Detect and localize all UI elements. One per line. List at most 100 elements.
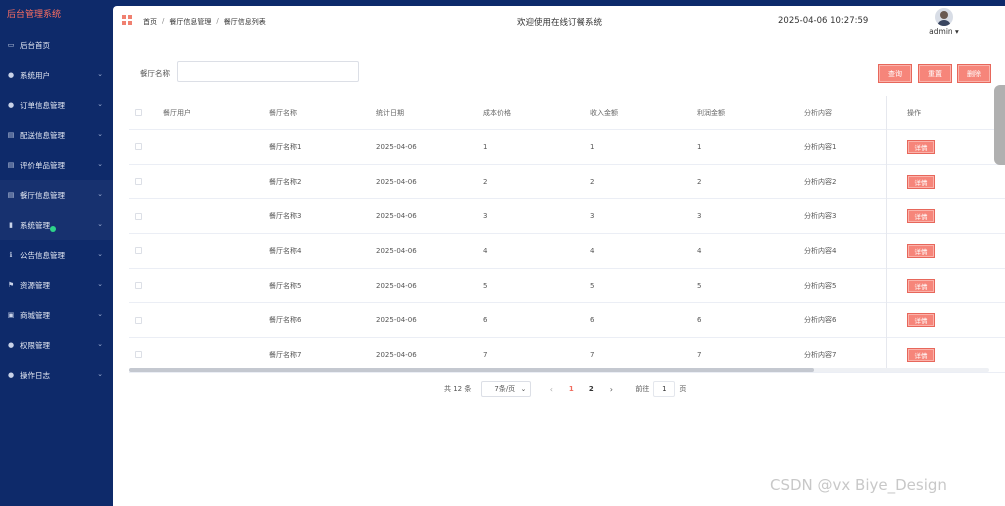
side-drawer-handle[interactable] (994, 85, 1005, 165)
row-checkbox[interactable] (135, 247, 142, 255)
table-horizontal-scrollbar[interactable] (129, 368, 989, 372)
goto-suffix: 页 (679, 385, 687, 393)
page-jump: 前往 1 页 (635, 381, 686, 397)
chevron-down-icon: ⌄ (97, 370, 103, 378)
sidebar-item[interactable]: ● 操作日志 ⌄ (0, 360, 113, 390)
sidebar-item[interactable]: ▤ 配送信息管理 ⌄ (0, 120, 113, 150)
row-checkbox[interactable] (135, 212, 142, 220)
delete-button[interactable]: 删除 (957, 64, 991, 83)
query-button[interactable]: 查询 (878, 64, 912, 83)
doc-icon: ▤ (7, 191, 15, 199)
page-size-value: 7条/页 (494, 385, 516, 393)
header-user: 餐厅用户 (163, 108, 191, 117)
cell-income: 3 (590, 212, 595, 221)
page-2[interactable]: 2 (581, 385, 601, 393)
sidebar-item[interactable]: ● 订单信息管理 ⌄ (0, 90, 113, 120)
cell-date: 2025-04-06 (376, 281, 417, 290)
detail-button[interactable]: 详情 (907, 209, 935, 224)
prev-page-icon[interactable]: ‹ (541, 385, 561, 394)
cell-income: 7 (590, 350, 595, 359)
chevron-down-icon: ⌄ (97, 340, 103, 348)
detail-button[interactable]: 详情 (907, 243, 935, 258)
user-icon: ● (7, 71, 15, 79)
page-1[interactable]: 1 (561, 385, 581, 393)
cell-profit: 7 (697, 350, 702, 359)
cell-income: 2 (590, 177, 595, 186)
menu-toggle-icon[interactable] (122, 15, 132, 25)
goto-page-input[interactable]: 1 (653, 381, 676, 397)
user-name[interactable]: admin ▾ (929, 27, 959, 36)
chevron-down-icon: ⌄ (97, 160, 103, 168)
sidebar-item[interactable]: ▤ 评价单品管理 ⌄ (0, 150, 113, 180)
chevron-down-icon: ⌄ (520, 385, 527, 393)
sidebar-item[interactable]: ▮ 系统管理 ⌄ (0, 210, 113, 240)
row-checkbox[interactable] (135, 316, 142, 324)
goto-prefix: 前往 (635, 385, 650, 393)
breadcrumb-current: 餐厅信息列表 (223, 18, 266, 26)
table-row: 餐厅名称5 2025-04-06 5 5 5 分析内容5 详情 (129, 269, 1005, 304)
header-profit: 利润金额 (697, 108, 725, 117)
row-checkbox[interactable] (135, 178, 142, 186)
sidebar-item[interactable]: ▣ 商城管理 ⌄ (0, 300, 113, 330)
cell-date: 2025-04-06 (376, 246, 417, 255)
cell-date: 2025-04-06 (376, 316, 417, 325)
breadcrumb: 首页 / 餐厅信息管理 / 餐厅信息列表 (143, 17, 266, 27)
chevron-down-icon: ⌄ (97, 70, 103, 78)
cell-profit: 4 (697, 246, 702, 255)
next-page-icon[interactable]: › (601, 385, 621, 394)
header-income: 收入金额 (590, 108, 618, 117)
reset-button[interactable]: 重置 (918, 64, 952, 83)
cell-cost: 3 (483, 212, 488, 221)
avatar[interactable] (935, 8, 953, 26)
sidebar-item-label: 系统管理 (20, 220, 50, 230)
cell-income: 1 (590, 142, 595, 151)
row-checkbox[interactable] (135, 143, 142, 151)
detail-button[interactable]: 详情 (907, 347, 935, 362)
sidebar-item[interactable]: ▤ 餐厅信息管理 ⌄ (0, 180, 113, 210)
table-row: 餐厅名称6 2025-04-06 6 6 6 分析内容6 详情 (129, 303, 1005, 339)
sidebar-item[interactable]: ● 系统用户 ⌄ (0, 60, 113, 90)
cell-date: 2025-04-06 (376, 350, 417, 359)
row-checkbox[interactable] (135, 351, 142, 359)
sidebar-item-label: 配送信息管理 (20, 130, 65, 140)
header-actions: 操作 (907, 108, 921, 117)
cell-cost: 2 (483, 177, 488, 186)
detail-button[interactable]: 详情 (907, 139, 935, 154)
app-brand: 后台管理系统 (7, 10, 62, 20)
sidebar-item[interactable]: ⚑ 资源管理 ⌄ (0, 270, 113, 300)
restaurant-name-input[interactable] (177, 61, 359, 82)
doc-icon: ▤ (7, 161, 15, 169)
cell-name: 餐厅名称3 (269, 212, 302, 221)
sidebar-item[interactable]: ● 权限管理 ⌄ (0, 330, 113, 360)
chart-icon: ▮ (9, 221, 13, 229)
detail-button[interactable]: 详情 (907, 278, 935, 293)
pagination: 共 12 条 7条/页 ⌄ ‹ 1 2 › 前往 1 页 (444, 381, 686, 397)
sidebar-item[interactable]: ▭ 后台首页 (0, 30, 113, 60)
row-checkbox[interactable] (135, 282, 142, 290)
detail-button[interactable]: 详情 (907, 313, 935, 328)
sidebar-menu: ▭ 后台首页 ● 系统用户 ⌄ ● 订单信息管理 ⌄ ▤ 配送信息管理 ⌄ ▤ 评价单品管理 ⌄ ▤ 餐厅信息… (0, 30, 113, 390)
search-label: 餐厅名称 (140, 69, 170, 78)
sidebar-item-label: 系统用户 (20, 70, 50, 80)
detail-button[interactable]: 详情 (907, 174, 935, 189)
page-size-select[interactable]: 7条/页 ⌄ (481, 381, 532, 397)
select-all-checkbox[interactable] (135, 109, 142, 116)
table-row: 餐厅名称1 2025-04-06 1 1 1 分析内容1 详情 (129, 130, 1005, 165)
cell-income: 5 (590, 281, 595, 290)
user-menu[interactable]: admin ▾ (929, 8, 959, 36)
breadcrumb-home[interactable]: 首页 (143, 17, 157, 27)
sidebar-item[interactable]: ℹ 公告信息管理 ⌄ (0, 240, 113, 270)
cell-analysis: 分析内容5 (804, 281, 837, 290)
fixed-column-divider (886, 96, 887, 371)
chevron-down-icon: ⌄ (97, 250, 103, 258)
header-cost: 成本价格 (483, 108, 511, 117)
cell-name: 餐厅名称4 (269, 246, 302, 255)
sidebar-item-label: 权限管理 (20, 340, 50, 350)
cell-name: 餐厅名称6 (269, 316, 302, 325)
cell-date: 2025-04-06 (376, 142, 417, 151)
chevron-down-icon: ⌄ (97, 190, 103, 198)
cart-icon: ▣ (7, 311, 15, 319)
sidebar-item-label: 订单信息管理 (20, 100, 65, 110)
breadcrumb-section[interactable]: 餐厅信息管理 (169, 17, 211, 27)
scrollbar-thumb[interactable] (129, 368, 814, 372)
